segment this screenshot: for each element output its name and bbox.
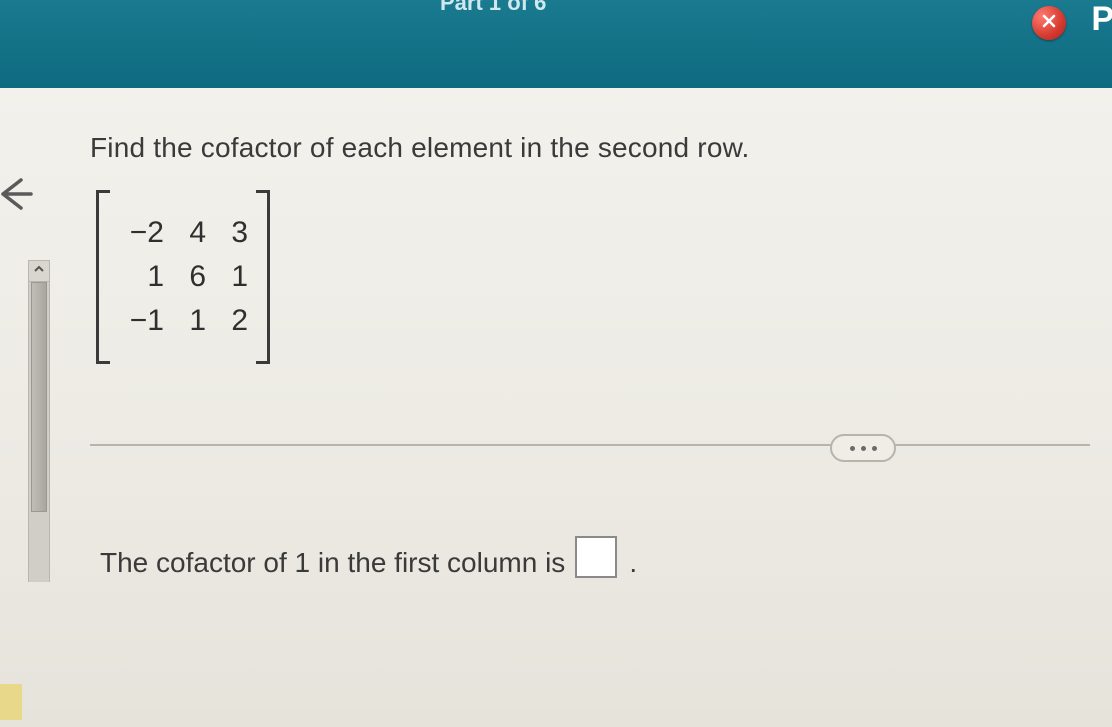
divider bbox=[90, 444, 1090, 446]
content-area: Find the cofactor of each element in the… bbox=[0, 88, 1112, 727]
matrix-cell: 3 bbox=[220, 218, 248, 248]
answer-prefix: The cofactor of 1 in the first column is bbox=[100, 547, 565, 579]
close-button[interactable] bbox=[1032, 6, 1066, 40]
close-icon bbox=[1041, 13, 1057, 34]
scroll-thumb[interactable] bbox=[31, 282, 47, 512]
bracket-right-icon bbox=[256, 190, 270, 364]
more-options-button[interactable] bbox=[830, 434, 896, 462]
matrix-cell: 6 bbox=[178, 262, 206, 292]
matrix-row-1: −2 4 3 bbox=[118, 218, 248, 248]
arrow-left-icon bbox=[0, 174, 33, 219]
chevron-up-icon bbox=[33, 262, 45, 280]
bracket-left-icon bbox=[96, 190, 110, 364]
scroll-track[interactable] bbox=[28, 282, 50, 582]
dots-icon bbox=[850, 446, 855, 451]
matrix-cell: 1 bbox=[118, 262, 164, 292]
matrix-cell: 2 bbox=[220, 306, 248, 336]
matrix-cell: 4 bbox=[178, 218, 206, 248]
dots-icon bbox=[872, 446, 877, 451]
dots-icon bbox=[861, 446, 866, 451]
matrix-cell: 1 bbox=[220, 262, 248, 292]
back-button[interactable] bbox=[0, 166, 36, 226]
yellow-marker bbox=[0, 684, 22, 720]
answer-input[interactable] bbox=[575, 536, 617, 578]
answer-line: The cofactor of 1 in the first column is… bbox=[100, 530, 637, 579]
matrix-cell: 1 bbox=[178, 306, 206, 336]
answer-suffix: . bbox=[629, 547, 637, 579]
matrix-cell: −1 bbox=[118, 306, 164, 336]
matrix-row-2: 1 6 1 bbox=[118, 262, 248, 292]
part-label: Part 1 of 6 bbox=[440, 0, 546, 16]
matrix-cell: −2 bbox=[118, 218, 164, 248]
top-right-letter: P bbox=[1091, 0, 1112, 39]
matrix-row-3: −1 1 2 bbox=[118, 306, 248, 336]
scrollbar[interactable] bbox=[28, 260, 50, 700]
top-bar: Part 1 of 6 P bbox=[0, 0, 1112, 88]
scroll-up-button[interactable] bbox=[28, 260, 50, 282]
question-prompt: Find the cofactor of each element in the… bbox=[90, 132, 1090, 164]
question-area: Find the cofactor of each element in the… bbox=[90, 132, 1090, 364]
matrix: −2 4 3 1 6 1 −1 1 2 bbox=[96, 190, 270, 364]
